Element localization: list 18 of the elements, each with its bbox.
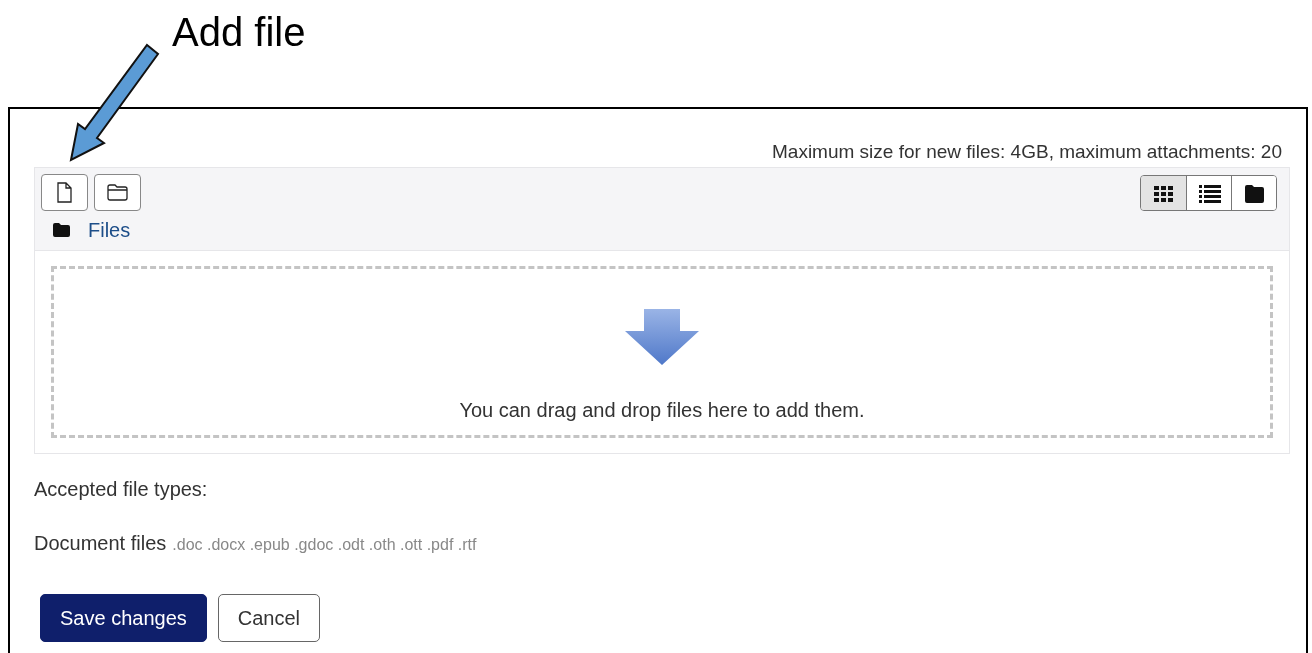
add-file-button[interactable] <box>41 174 88 211</box>
drop-hint: You can drag and drop files here to add them. <box>459 398 865 423</box>
annotation-label: Add file <box>172 9 306 56</box>
down-arrow-icon <box>625 309 699 365</box>
tree-view-button[interactable] <box>1231 176 1276 210</box>
folder-icon <box>106 181 129 204</box>
file-extensions: .doc .docx .epub .gdoc .odt .oth .ott .pdf .rtf <box>172 535 477 555</box>
icon-view-button[interactable] <box>1141 176 1186 210</box>
create-folder-button[interactable] <box>94 174 141 211</box>
breadcrumb-link[interactable]: Files <box>88 214 131 245</box>
file-type-group: Document files <box>34 528 167 558</box>
list-view-button[interactable] <box>1186 176 1231 210</box>
cancel-button[interactable]: Cancel <box>217 594 321 642</box>
drop-zone[interactable]: You can drag and drop files here to add them. <box>51 266 1273 438</box>
limits-text: Maximum size for new files: 4GB, maximum attachments: 20 <box>772 140 1282 164</box>
accepted-heading: Accepted file types: <box>34 477 209 502</box>
save-button[interactable]: Save changes <box>40 594 207 642</box>
folder-icon <box>53 222 70 237</box>
